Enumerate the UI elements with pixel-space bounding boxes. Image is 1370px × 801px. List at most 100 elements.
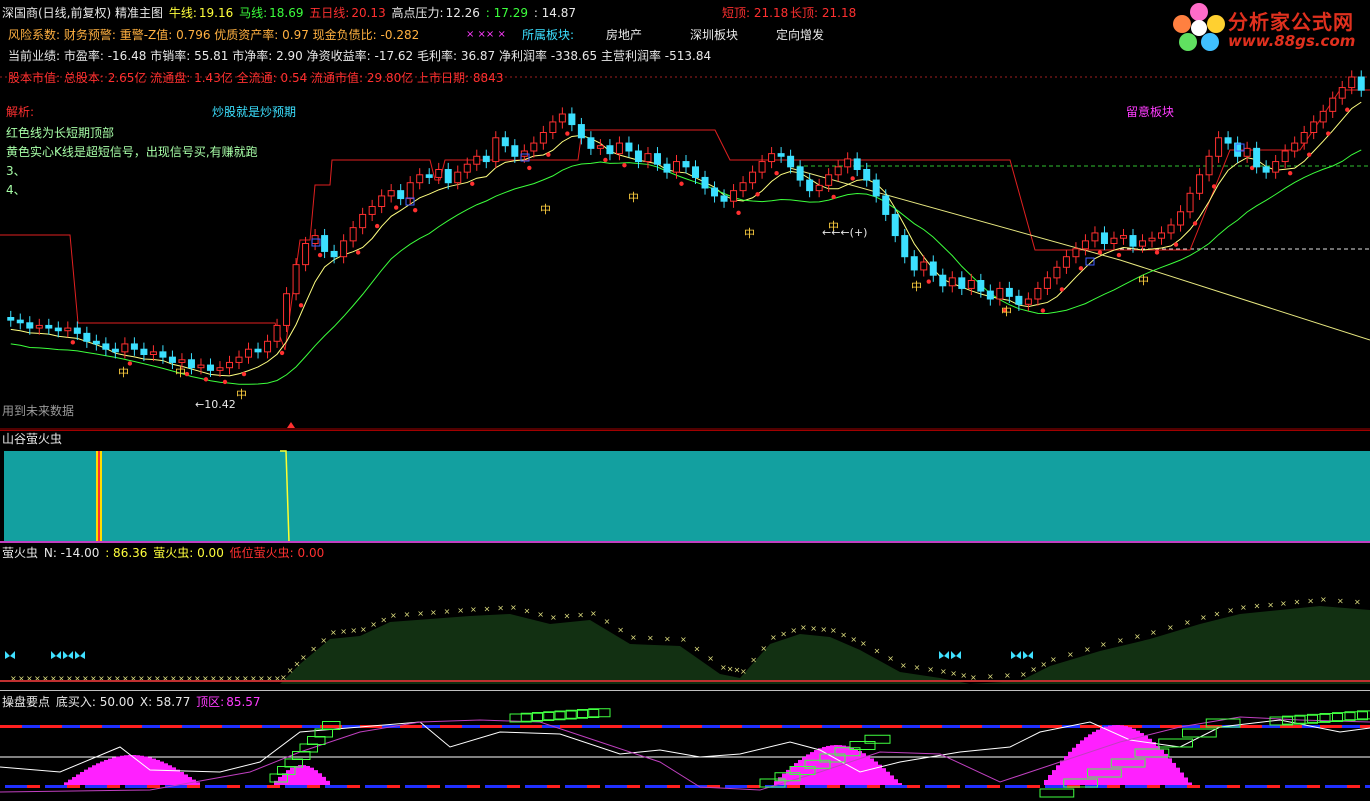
site-logo[interactable]: 分析家公式网 www.88gs.com (1170, 0, 1365, 52)
firefly-title: 萤火虫 (2, 546, 39, 560)
histogram-bar (1172, 762, 1176, 785)
operation-panel[interactable]: 操盘要点 底买入: 50.00 X: 58.77 顶区: 85.57 (0, 692, 1370, 801)
firefly-x-mark: × (800, 623, 807, 632)
sector-marks: × ×× × (466, 29, 506, 40)
band-red-top (1360, 725, 1370, 728)
zhong-marker: 中 (628, 191, 639, 204)
firefly-x-mark: × (680, 635, 687, 644)
candle-body (882, 195, 890, 215)
candle-body (692, 166, 700, 178)
candle-body (1062, 256, 1070, 268)
signal-dot (222, 379, 228, 385)
candle-body (711, 187, 719, 197)
band-blue-bottom (325, 785, 347, 788)
histogram-bar (1120, 725, 1124, 785)
band-red-top (720, 725, 742, 728)
butterfly-icon (75, 651, 85, 659)
band-red-top (480, 725, 502, 728)
candle-body (83, 332, 91, 342)
band-blue-bottom (85, 785, 107, 788)
band-red-top (0, 725, 22, 728)
band-blue-bottom (405, 785, 427, 788)
candle-body (986, 290, 994, 300)
main-chart-panel[interactable]: 中中中中中中中中中中 深国商(日线,前复权) 精准主图 牛线: 19.16 马线:… (0, 0, 1370, 430)
green-step-box (292, 751, 311, 760)
candle-body (977, 280, 985, 292)
firefly-x-mark: × (550, 613, 557, 622)
band-red-bottom (387, 785, 400, 788)
signal-dot (203, 377, 209, 382)
candle-body (92, 340, 100, 345)
resistance-line (0, 89, 1370, 351)
sector-item-placement[interactable]: 定向增发 (776, 27, 824, 43)
candle-body (1329, 97, 1337, 112)
sector-item-shenzhen[interactable]: 深圳板块 (690, 27, 738, 43)
zhong-marker: 中 (744, 227, 755, 240)
firefly-x-mark: × (950, 669, 957, 678)
firefly-x-mark: × (1227, 606, 1234, 615)
firefly-x-mark: × (1040, 660, 1047, 669)
main-chart-svg[interactable]: 中中中中中中中中中中 (0, 0, 1370, 430)
histogram-bar (92, 765, 96, 785)
histogram-bar (1156, 745, 1160, 785)
wuri-value: 20.13 (351, 6, 386, 20)
histogram-bar (88, 767, 92, 785)
histogram-bar (1068, 751, 1072, 785)
firefly-panel[interactable]: × × × × × × × × × × × × × × × × × × × × × × × × × × × × × × × × × × × × × × × ×… (0, 544, 1370, 690)
candle-body (825, 174, 833, 186)
notes-line-1: 红色线为长短期顶部 (6, 126, 115, 140)
band-blue-bottom (1165, 785, 1187, 788)
candle-body (254, 348, 262, 353)
candle-body (568, 113, 576, 126)
band-blue-top (1022, 725, 1040, 728)
candle-body (1158, 232, 1166, 239)
histogram-bar (302, 765, 306, 785)
candle-body (473, 155, 481, 165)
firefly-x-mark: × (1307, 596, 1314, 605)
band-blue-bottom (1365, 785, 1370, 788)
band-blue-bottom (725, 785, 747, 788)
zhong-marker: 中 (236, 388, 247, 401)
band-red-top (1040, 725, 1062, 728)
band-blue-bottom (565, 785, 587, 788)
candle-body (587, 137, 595, 149)
band-red-bottom (27, 785, 40, 788)
histogram-bar (108, 758, 112, 785)
band-red-bottom (347, 785, 360, 788)
band-blue-top (782, 725, 800, 728)
sector-item-realestate[interactable]: 房地产 (606, 27, 642, 43)
up-arrow-icon (287, 422, 295, 428)
band-blue-bottom (1285, 785, 1307, 788)
perf-line: 当前业绩: 市盈率: -16.48 市销率: 55.81 市净率: 2.90 净… (8, 49, 712, 63)
band-red-bottom (867, 785, 880, 788)
candle-body (1110, 237, 1118, 244)
candle-body (140, 348, 148, 356)
signal-dot (70, 340, 76, 345)
candle-body (577, 124, 585, 139)
candle-body (958, 277, 966, 289)
candle-body (1291, 142, 1299, 152)
green-step-box (1039, 788, 1075, 798)
histogram-bar (1108, 725, 1112, 785)
band-blue-bottom (525, 785, 547, 788)
histogram-bar (196, 782, 200, 785)
histogram-bar (1124, 726, 1128, 785)
valley-panel[interactable]: 山谷萤火虫 (0, 431, 1370, 543)
firefly-x-mark: × (287, 666, 294, 675)
band-red-bottom (947, 785, 960, 788)
band-red-bottom (1267, 785, 1280, 788)
green-step-box (864, 734, 891, 744)
candle-body (1272, 161, 1280, 173)
band-blue-bottom (885, 785, 907, 788)
firefly-x-mark: × (417, 609, 424, 618)
firefly-x-mark: × (1184, 618, 1191, 627)
signal-dot (470, 181, 475, 186)
histogram-bar (1136, 730, 1140, 785)
firefly-x-mark: × (840, 630, 847, 639)
logo-name: 分析家公式网 (1228, 10, 1354, 34)
histogram-bar (128, 755, 132, 785)
histogram-bar (310, 767, 314, 785)
candle-body (1053, 266, 1061, 279)
signal-dot (679, 181, 684, 186)
flower-icon (1173, 3, 1225, 51)
